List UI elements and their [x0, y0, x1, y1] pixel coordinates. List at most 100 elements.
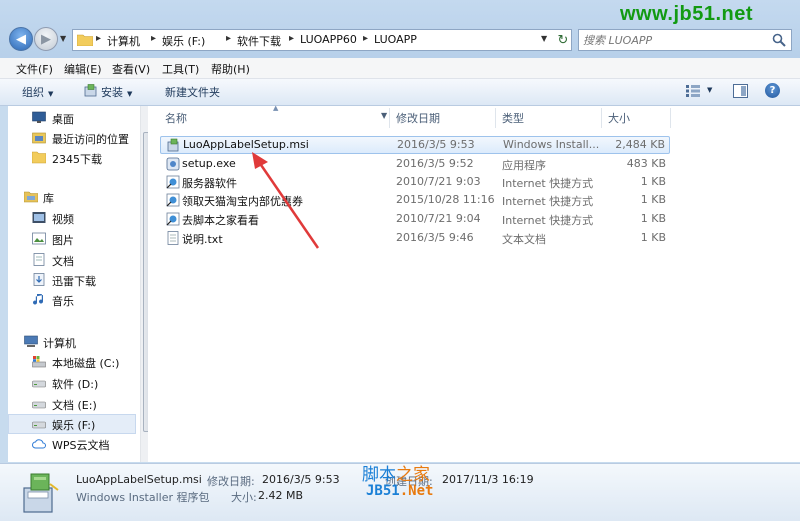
file-modified-date: 2010/7/21 9:03 [396, 175, 481, 188]
sidebar-item-computer[interactable]: 计算机 [8, 332, 136, 352]
chevron-right-icon[interactable]: ▸ [363, 33, 368, 44]
breadcrumb-drive-f[interactable]: 娱乐 (F:) [162, 33, 205, 49]
menu-view[interactable]: 查看(V) [112, 61, 150, 77]
file-type: Internet 快捷方式 [502, 195, 594, 208]
help-button[interactable]: ? [765, 83, 780, 98]
file-row-server-software[interactable]: 服务器软件 2010/7/21 9:03 Internet 快捷方式 1 KB [160, 173, 670, 191]
logo-text-accent: .Net [399, 483, 434, 499]
refresh-button[interactable]: ↻ [556, 31, 570, 49]
file-size: 1 KB [640, 231, 666, 244]
column-header-date[interactable]: 修改日期 [396, 110, 440, 126]
forward-button[interactable]: ▶ [34, 27, 58, 51]
file-size: 2,484 KB [615, 138, 665, 151]
search-box[interactable] [578, 29, 792, 51]
folder-icon [77, 34, 93, 46]
file-row-luoapplabelsetup-msi[interactable]: LuoAppLabelSetup.msi 2016/3/5 9:53 Windo… [160, 136, 670, 154]
column-header-name[interactable]: 名称 [165, 110, 187, 126]
breadcrumb-luoapp[interactable]: LUOAPP [374, 33, 417, 46]
msi-installer-large-icon [23, 473, 59, 513]
sidebar-item-label: 图片 [52, 234, 74, 247]
sidebar-item-wps-cloud[interactable]: WPS云文档 [8, 434, 136, 454]
help-icon: ? [769, 85, 776, 96]
internet-shortcut-icon [166, 175, 180, 189]
address-history-dropdown[interactable]: ▼ [541, 34, 547, 43]
view-list-icon [686, 85, 700, 97]
file-type: Internet 快捷方式 [502, 214, 594, 227]
refresh-icon: ↻ [557, 32, 569, 48]
column-filter-dropdown[interactable]: ▼ [381, 111, 387, 120]
chevron-right-icon[interactable]: ▸ [96, 33, 101, 44]
search-input[interactable] [583, 32, 763, 48]
library-icon [24, 191, 38, 203]
navigation-pane: 桌面 最近访问的位置 2345下载 库 视频 图片 文档 迅雷下载 音乐 计算机… [8, 106, 149, 462]
chevron-right-icon[interactable]: ▸ [226, 33, 231, 44]
column-divider[interactable] [670, 108, 671, 128]
view-options-button[interactable] [686, 85, 700, 97]
sidebar-item-desktop[interactable]: 桌面 [8, 108, 136, 128]
details-modified-value: 2016/3/5 9:53 [262, 473, 340, 486]
preview-pane-button[interactable] [733, 84, 748, 98]
chevron-right-icon[interactable]: ▸ [289, 33, 294, 44]
menu-bar: 文件(F) 编辑(E) 查看(V) 工具(T) 帮助(H) [0, 58, 800, 79]
sidebar-item-pictures[interactable]: 图片 [8, 229, 136, 249]
details-size-label: 大小: [231, 491, 257, 504]
breadcrumb-luoapp60[interactable]: LUOAPP60 [300, 33, 357, 46]
sidebar-item-documents[interactable]: 文档 [8, 250, 136, 270]
menu-file[interactable]: 文件(F) [16, 61, 53, 77]
details-file-type: Windows Installer 程序包 [76, 491, 210, 504]
sidebar-item-label: 视频 [52, 213, 74, 226]
watermark-text: www.jb51.net [620, 3, 754, 25]
sidebar-item-2345-downloads[interactable]: 2345下载 [8, 148, 136, 168]
sidebar-item-drive-d[interactable]: 软件 (D:) [8, 373, 136, 393]
file-size: 1 KB [640, 212, 666, 225]
view-dropdown-arrow[interactable]: ▼ [707, 86, 712, 94]
file-row-setup-exe[interactable]: setup.exe 2016/3/5 9:52 应用程序 483 KB [160, 155, 670, 173]
file-modified-date: 2016/3/5 9:52 [396, 157, 474, 170]
folder-icon [32, 151, 46, 164]
column-divider[interactable] [495, 108, 496, 128]
sidebar-item-music[interactable]: 音乐 [8, 290, 136, 310]
chevron-down-icon: ▼ [127, 90, 133, 98]
menu-edit[interactable]: 编辑(E) [64, 61, 102, 77]
desktop-icon [32, 111, 46, 123]
file-name: 服务器软件 [182, 177, 237, 190]
sidebar-item-drive-c[interactable]: 本地磁盘 (C:) [8, 352, 136, 372]
title-bar: www.jb51.net ◀ ▶ ▼ ▸ 计算机 ▸ 娱乐 (F:) ▸ 软件下… [0, 0, 800, 58]
documents-icon [33, 253, 45, 266]
sidebar-item-drive-f[interactable]: 娱乐 (F:) [8, 414, 136, 434]
column-divider[interactable] [601, 108, 602, 128]
search-icon[interactable] [772, 33, 786, 47]
sidebar-item-label: 2345下载 [52, 153, 102, 166]
sidebar-item-libraries[interactable]: 库 [8, 187, 136, 207]
organize-button[interactable]: 组织 ▼ [22, 84, 53, 100]
back-button[interactable]: ◀ [9, 27, 33, 51]
file-row-visit-jb51[interactable]: 去脚本之家看看 2010/7/21 9:04 Internet 快捷方式 1 K… [160, 210, 670, 228]
file-type: 应用程序 [502, 159, 546, 172]
file-name: 去脚本之家看看 [182, 214, 259, 227]
command-bar: 组织 ▼ 安装 ▼ 新建文件夹 ▼ ? [0, 79, 800, 106]
column-header-type[interactable]: 类型 [502, 110, 524, 126]
sidebar-item-recent-places[interactable]: 最近访问的位置 [8, 128, 136, 148]
drive-icon [32, 380, 46, 388]
breadcrumb-software-downloads[interactable]: 软件下载 [237, 33, 281, 49]
sidebar-item-xunlei-downloads[interactable]: 迅雷下载 [8, 270, 136, 290]
chevron-right-icon[interactable]: ▸ [151, 33, 156, 44]
sidebar-item-drive-e[interactable]: 文档 (E:) [8, 394, 136, 414]
file-row-readme-txt[interactable]: 说明.txt 2016/3/5 9:46 文本文档 1 KB [160, 229, 670, 247]
new-folder-button[interactable]: 新建文件夹 [165, 84, 220, 100]
address-bar[interactable]: ▸ 计算机 ▸ 娱乐 (F:) ▸ 软件下载 ▸ LUOAPP60 ▸ LUOA… [72, 29, 572, 51]
column-divider[interactable] [389, 108, 390, 128]
file-row-tmall-coupons[interactable]: 领取天猫淘宝内部优惠券 2015/10/28 11:16 Internet 快捷… [160, 191, 670, 209]
computer-icon [24, 335, 38, 347]
column-header-size[interactable]: 大小 [608, 110, 630, 126]
xunlei-download-icon [33, 273, 45, 286]
menu-tools[interactable]: 工具(T) [162, 61, 199, 77]
install-button[interactable]: 安装 ▼ [84, 84, 132, 100]
sidebar-item-videos[interactable]: 视频 [8, 208, 136, 228]
menu-help[interactable]: 帮助(H) [211, 61, 250, 77]
recent-pages-dropdown[interactable]: ▼ [60, 34, 66, 43]
breadcrumb-computer[interactable]: 计算机 [107, 33, 140, 49]
file-name: setup.exe [182, 157, 236, 170]
recent-places-icon [32, 132, 46, 144]
sidebar-item-label: 娱乐 (F:) [52, 419, 96, 432]
